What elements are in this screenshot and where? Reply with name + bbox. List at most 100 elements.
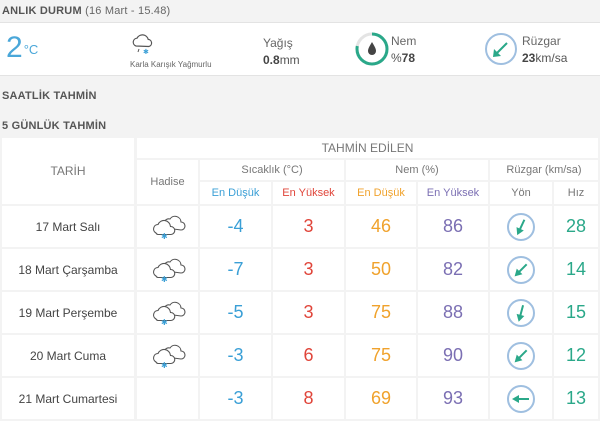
column-header-temp-max: En Yüksek bbox=[273, 182, 344, 204]
day-temp-min: -3 bbox=[200, 335, 271, 376]
day-hadise bbox=[137, 378, 198, 419]
day-temp-min-value: -3 bbox=[227, 388, 244, 408]
day-temp-max: 8 bbox=[273, 378, 344, 419]
humidity-label: Nem bbox=[391, 34, 417, 48]
day-date-value: 18 Mart Çarşamba bbox=[18, 262, 118, 277]
day-wind-speed: 15 bbox=[554, 292, 598, 333]
day-temp-max-value: 3 bbox=[303, 302, 314, 322]
column-header-wind-direction: Yön bbox=[490, 182, 552, 204]
day-temp-min-value: -5 bbox=[227, 302, 244, 322]
column-header-wind: Rüzgar (km/sa) bbox=[490, 160, 598, 180]
daily-forecast-title[interactable]: 5 GÜNLÜK TAHMİN bbox=[2, 120, 106, 132]
day-humidity-max-value: 90 bbox=[442, 345, 464, 365]
svg-text:✱: ✱ bbox=[161, 232, 168, 240]
column-header-humidity-min: En Düşük bbox=[346, 182, 416, 204]
day-temp-max: 3 bbox=[273, 292, 344, 333]
column-header-forecast: TAHMİN EDİLEN bbox=[137, 138, 598, 158]
precip-value: 0.8mm bbox=[263, 53, 300, 67]
day-wind-direction bbox=[490, 249, 552, 290]
current-temp-value: 2 bbox=[6, 31, 23, 64]
current-time: (16 Mart - 15.48) bbox=[85, 5, 171, 17]
wind-direction-icon bbox=[507, 384, 535, 413]
column-header-hadise: Hadise bbox=[137, 160, 198, 204]
day-date-value: 19 Mart Perşembe bbox=[18, 305, 118, 320]
day-humidity-min-value: 75 bbox=[370, 302, 392, 322]
day-hadise: ✱ bbox=[137, 249, 198, 290]
day-wind-speed: 14 bbox=[554, 249, 598, 290]
day-temp-min-value: -3 bbox=[227, 345, 244, 365]
wind-direction-icon bbox=[507, 298, 535, 327]
column-header-temp-min: En Düşük bbox=[200, 182, 271, 204]
day-wind-speed-value: 12 bbox=[565, 345, 587, 365]
day-humidity-max: 82 bbox=[418, 249, 488, 290]
day-humidity-max-value: 86 bbox=[442, 216, 464, 236]
water-drop-icon bbox=[368, 42, 376, 55]
day-wind-speed-value: 13 bbox=[565, 388, 587, 408]
day-date: 19 Mart Perşembe bbox=[2, 292, 134, 333]
day-humidity-min-value: 75 bbox=[370, 345, 392, 365]
snow-cloud-icon: ✱ bbox=[152, 301, 186, 326]
precip-unit: mm bbox=[279, 53, 300, 67]
day-hadise: ✱ bbox=[137, 206, 198, 247]
day-wind-speed-value: 14 bbox=[565, 259, 587, 279]
precip-label: Yağış bbox=[263, 36, 293, 50]
day-hadise: ✱ bbox=[137, 335, 198, 376]
day-date: 18 Mart Çarşamba bbox=[2, 249, 134, 290]
day-hadise: ✱ bbox=[137, 292, 198, 333]
day-wind-speed: 12 bbox=[554, 335, 598, 376]
hourly-forecast-title[interactable]: SAATLİK TAHMİN bbox=[2, 90, 97, 102]
day-humidity-min-value: 50 bbox=[370, 259, 392, 279]
day-temp-min-value: -4 bbox=[227, 216, 244, 236]
column-header-humidity: Nem (%) bbox=[346, 160, 488, 180]
wind-direction-icon bbox=[507, 255, 535, 284]
day-humidity-min-value: 69 bbox=[370, 388, 392, 408]
wind-number: 23 bbox=[522, 51, 536, 65]
snow-rain-cloud-icon: ✱ bbox=[132, 34, 153, 55]
day-temp-min: -3 bbox=[200, 378, 271, 419]
day-humidity-min: 46 bbox=[346, 206, 416, 247]
wind-value: 23km/sa bbox=[522, 51, 567, 65]
day-temp-max: 3 bbox=[273, 206, 344, 247]
humidity-gauge bbox=[355, 32, 389, 66]
humidity-number: 78 bbox=[401, 51, 416, 65]
day-wind-speed: 28 bbox=[554, 206, 598, 247]
day-humidity-max: 90 bbox=[418, 335, 488, 376]
humidity-prefix: % bbox=[391, 51, 402, 65]
wind-direction-icon bbox=[507, 212, 535, 241]
day-date-value: 21 Mart Cumartesi bbox=[18, 391, 118, 406]
column-header-date: TARİH bbox=[2, 138, 134, 204]
wind-unit: km/sa bbox=[535, 51, 568, 65]
day-date-value: 17 Mart Salı bbox=[35, 219, 101, 234]
day-temp-min-value: -7 bbox=[227, 259, 244, 279]
day-wind-speed-value: 28 bbox=[565, 216, 587, 236]
svg-text:✱: ✱ bbox=[161, 275, 168, 283]
day-humidity-max: 93 bbox=[418, 378, 488, 419]
day-temp-min: -5 bbox=[200, 292, 271, 333]
column-header-wind-speed: Hız bbox=[554, 182, 598, 204]
column-header-humidity-max: En Yüksek bbox=[418, 182, 488, 204]
day-date: 17 Mart Salı bbox=[2, 206, 134, 247]
day-temp-max: 6 bbox=[273, 335, 344, 376]
day-wind-direction bbox=[490, 292, 552, 333]
day-humidity-max: 86 bbox=[418, 206, 488, 247]
current-conditions-panel: 2°C ✱ Karla Karışık Yağmurlu Yağış 0.8mm… bbox=[0, 22, 600, 76]
day-humidity-max-value: 88 bbox=[442, 302, 464, 322]
day-temp-max-value: 3 bbox=[303, 259, 314, 279]
day-wind-direction bbox=[490, 335, 552, 376]
current-title-text: ANLIK DURUM bbox=[2, 5, 82, 17]
day-date: 21 Mart Cumartesi bbox=[2, 378, 134, 419]
current-hadise-text: Karla Karışık Yağmurlu bbox=[130, 60, 212, 69]
current-title: ANLIK DURUM (16 Mart - 15.48) bbox=[2, 5, 170, 17]
snow-cloud-icon: ✱ bbox=[152, 215, 186, 240]
day-humidity-min: 75 bbox=[346, 292, 416, 333]
svg-text:✱: ✱ bbox=[161, 318, 168, 326]
day-wind-speed-value: 15 bbox=[565, 302, 587, 322]
current-temperature: 2°C bbox=[6, 33, 38, 63]
day-wind-speed: 13 bbox=[554, 378, 598, 419]
svg-text:✱: ✱ bbox=[143, 48, 149, 55]
column-header-temperature: Sıcaklık (°C) bbox=[200, 160, 344, 180]
day-date-value: 20 Mart Cuma bbox=[29, 348, 107, 363]
day-temp-max-value: 3 bbox=[303, 216, 314, 236]
day-humidity-min-value: 46 bbox=[370, 216, 392, 236]
day-humidity-min: 75 bbox=[346, 335, 416, 376]
